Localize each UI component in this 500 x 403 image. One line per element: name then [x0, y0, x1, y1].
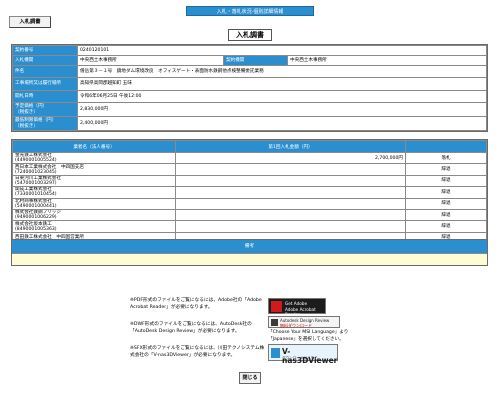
bid-amount — [175, 163, 406, 176]
bid-status: 辞退 — [405, 208, 487, 222]
bid-status: 辞退 — [405, 174, 487, 188]
close-button[interactable]: 閉じる — [239, 372, 261, 384]
contract-org-label: 契約機関 — [223, 55, 288, 66]
table-row: 関成工業株式会社 (7330001010454) 辞退 — [12, 186, 487, 199]
autodesk-logo-icon — [271, 319, 278, 326]
bid-amount — [175, 174, 406, 188]
autodesk-help-line2: 「Japanese」を選択してください。 — [268, 336, 344, 342]
col-status-header — [405, 140, 487, 153]
min-price-label: 最低制限価格（円） （税抜き） — [12, 116, 78, 131]
vnas-viewer-banner[interactable]: V-nas3DViewer ダウンロードはこちら — [268, 344, 338, 365]
bid-amount: 2,700,000円 — [175, 151, 406, 165]
company-cell: 関成工業株式会社 (7330001010454) — [12, 186, 176, 199]
table-row: 日東河川工業株式会社 (5470001003297) 辞退 — [12, 174, 487, 188]
vnas-logo-icon — [271, 348, 280, 358]
autodesk-help: 「Choose Your MSI Language」より 「Japanese」を… — [268, 330, 378, 343]
col-amount-header: 第1回入札金額（円） — [175, 140, 406, 153]
company-number: (8490001005363) — [15, 226, 57, 232]
company-number: (4490001005524) — [15, 158, 57, 164]
bid-amount — [175, 208, 406, 222]
table-row: 北村商事株式会社 (5490001000441) 辞退 — [12, 197, 487, 210]
date-value: 令和6年06月25日 午後12:00 — [77, 90, 487, 103]
company-number: (9490001006229) — [15, 215, 57, 221]
bid-status: 辞退 — [405, 163, 487, 176]
dwf-note: ※DWF形式のファイルをご覧になるには、AutoDesk社の「AutoDesk … — [130, 322, 252, 334]
autodesk-banner[interactable]: Autodesk Design Review 無料ダウンロード — [268, 316, 340, 328]
bid-info-panel: 契約番号 0240120101 入札機関 中央西土木事務所 契約機関 中央西土木… — [11, 44, 488, 132]
bid-amount — [175, 220, 406, 233]
bid-results-table: 業者名（法人番号） 第1回入札金額（円） 金光鉄工株式会社 (4490001005… — [12, 140, 487, 245]
company-number: (7330001010454) — [15, 192, 57, 198]
page-title: 入札調書 — [228, 29, 272, 41]
table-row: 株式会社鉄鋼ブリッジ (9490001006229) 辞退 — [12, 208, 487, 222]
company-cell: 北村商事株式会社 (5490001000441) — [12, 197, 176, 210]
contract-no-value: 0240120101 — [77, 45, 487, 56]
col-company-header: 業者名（法人番号） — [12, 140, 176, 153]
company-cell: 西日本工業株式会社 中四国支店 (7240001023045) — [12, 163, 176, 176]
org-value: 中央西土木事務所 — [77, 55, 224, 66]
planned-price-label: 予定価格（円） （税抜き） — [12, 102, 78, 117]
pdf-note: ※PDF形式のファイルをご覧になるには、Adobe社の「Adobe Acroba… — [130, 298, 262, 310]
company-cell: 日東河川工業株式会社 (5470001003297) — [12, 174, 176, 188]
adobe-reader-banner[interactable]: Get Adobe Adobe Acrobat Reader — [268, 298, 326, 317]
adobe-logo-icon — [271, 301, 282, 312]
date-label: 開札日時 — [12, 90, 78, 103]
place-label: 工事場所又は履行場所 — [12, 77, 78, 91]
company-number: (7240001023045) — [15, 169, 57, 175]
vnas-banner-small: ダウンロードはこちら — [282, 356, 318, 360]
company-cell: 株式会社鉄鋼ブリッジ (9490001006229) — [12, 208, 176, 222]
company-number: (5490001000441) — [15, 203, 57, 209]
case-label: 件名 — [12, 65, 78, 78]
contract-no-label: 契約番号 — [12, 45, 78, 56]
remarks-text — [12, 254, 487, 265]
remarks-label: 備考 — [12, 240, 487, 254]
sfx-note: ※SFX形式のファイルをご覧になるには、川田テクノシステム株式会社の「V-nas… — [130, 346, 265, 358]
remarks-panel: 備考 — [11, 239, 488, 266]
breadcrumb-banner: 入札・落札状況-個別詳細情報 — [186, 6, 314, 16]
planned-price-value: 2,830,000円 — [77, 102, 487, 117]
bid-results-panel: 業者名（法人番号） 第1回入札金額（円） 金光鉄工株式会社 (4490001005… — [11, 139, 488, 246]
contract-org-value: 中央西土木事務所 — [287, 55, 487, 66]
company-cell: 金光鉄工株式会社 (4490001005524) — [12, 151, 176, 165]
table-row: 金光鉄工株式会社 (4490001005524) 2,700,000円 落札 — [12, 151, 487, 165]
autodesk-banner-sub: 無料ダウンロード — [280, 323, 312, 328]
bid-status: 落札 — [405, 151, 487, 165]
bid-status: 辞退 — [405, 197, 487, 210]
bid-status: 辞退 — [405, 186, 487, 199]
company-cell: 株式会社坂本鉄工 (8490001005363) — [12, 220, 176, 233]
table-row: 西日本工業株式会社 中四国支店 (7240001023045) 辞退 — [12, 163, 487, 176]
bid-amount — [175, 197, 406, 210]
bid-amount — [175, 186, 406, 199]
case-name-value: 僧岳第３－１号 鏡地ダム環境改良 オフィスゲート・表面防水鉄鋼他点検整備委託業務 — [77, 65, 487, 78]
table-row: 株式会社坂本鉄工 (8490001005363) 辞退 — [12, 220, 487, 233]
company-number: (5470001003297) — [15, 180, 57, 186]
tab-bid-record[interactable]: 入札調書 — [9, 16, 51, 28]
result-rows: 金光鉄工株式会社 (4490001005524) 2,700,000円 落札 西日本工業… — [12, 151, 487, 245]
bid-info-table: 契約番号 0240120101 入札機関 中央西土木事務所 契約機関 中央西土木… — [12, 45, 487, 131]
bid-status: 辞退 — [405, 220, 487, 233]
adobe-banner-top: Get Adobe — [285, 301, 308, 306]
min-price-value: 2,400,000円 — [77, 116, 487, 131]
org-label: 入札機関 — [12, 55, 78, 66]
place-value: 高知県高岡郡越知町 五味 — [77, 77, 487, 91]
